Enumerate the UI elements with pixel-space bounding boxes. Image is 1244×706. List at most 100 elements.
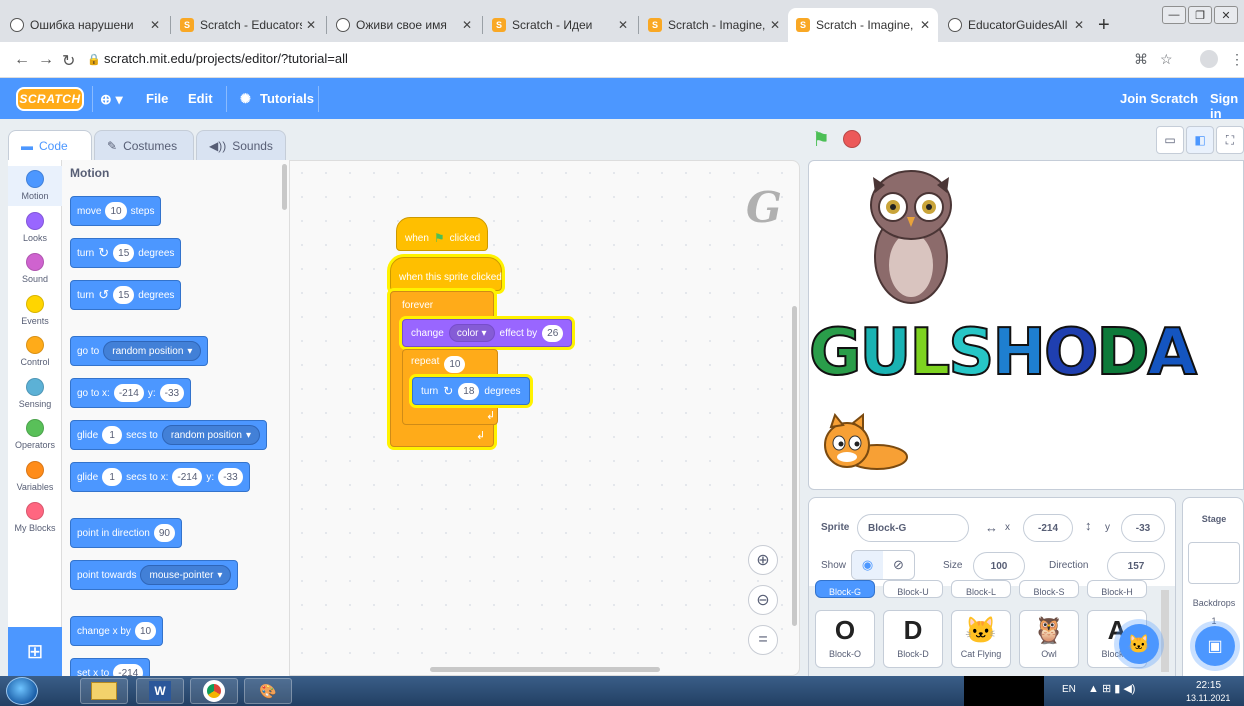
paint-icon[interactable]: 🎨 xyxy=(244,678,292,704)
close-icon[interactable]: ✕ xyxy=(618,18,628,32)
sprite-tile[interactable]: Block-S xyxy=(1019,580,1079,598)
normal-stage-button[interactable]: ◧ xyxy=(1186,126,1214,154)
block-dropdown[interactable]: random position ▾ xyxy=(103,341,202,361)
reload-icon[interactable]: ↻ xyxy=(62,51,75,71)
block-input[interactable]: 10 xyxy=(105,202,127,220)
block-turn-right[interactable]: turn ↻ 15 degrees xyxy=(70,238,182,268)
browser-tab[interactable]: S Scratch - Идеи ✕ xyxy=(484,8,636,42)
browser-tab[interactable]: S Scratch - Imagine, P ✕ xyxy=(640,8,788,42)
block-input[interactable]: 1 xyxy=(102,426,123,444)
category-variables[interactable]: Variables xyxy=(8,457,62,497)
sprite-tile[interactable]: Block-G xyxy=(815,580,875,598)
sprite-tile[interactable]: Block-H xyxy=(1087,580,1147,598)
sprite-tile[interactable]: O Block-O xyxy=(815,610,875,668)
sprite-tile[interactable]: 🦉 Owl xyxy=(1019,610,1079,668)
effect-dropdown[interactable]: color ▾ xyxy=(448,324,495,342)
block-go-to-xy[interactable]: go to x: -214 y: -33 xyxy=(70,378,192,408)
scratch-logo[interactable]: SCRATCH xyxy=(16,87,84,111)
back-icon[interactable]: ← xyxy=(14,51,30,69)
block-go-to[interactable]: go to random position ▾ xyxy=(70,336,209,366)
zoom-reset-button[interactable]: = xyxy=(748,625,778,655)
start-button[interactable] xyxy=(6,677,38,705)
word-icon[interactable]: W xyxy=(136,678,184,704)
block-move-steps[interactable]: move 10 steps xyxy=(70,196,162,226)
file-explorer-icon[interactable] xyxy=(80,678,128,704)
block-change-x[interactable]: change x by 10 xyxy=(70,616,164,646)
minimize-icon[interactable]: — xyxy=(1162,6,1186,24)
sprite-tile[interactable]: 🐱 Cat Flying xyxy=(951,610,1011,668)
choose-backdrop-button[interactable]: ▣ xyxy=(1195,626,1235,666)
category-sound[interactable]: Sound xyxy=(8,249,62,289)
close-icon[interactable]: ✕ xyxy=(770,18,780,32)
stage-letter[interactable]: U xyxy=(859,315,913,391)
stage-letter[interactable]: G xyxy=(809,315,863,391)
block-input[interactable]: 1 xyxy=(102,468,123,486)
profile-avatar[interactable] xyxy=(1200,50,1218,68)
block-glide[interactable]: glide 1 secs to random position ▾ xyxy=(70,420,268,450)
block-input[interactable]: 10 xyxy=(134,622,157,640)
close-icon[interactable]: ✕ xyxy=(150,18,160,32)
close-icon[interactable]: ✕ xyxy=(462,18,472,32)
menu-file[interactable]: File xyxy=(146,91,168,106)
block-point-direction[interactable]: point in direction 90 xyxy=(70,518,182,548)
when-flag-clicked-block[interactable]: when ⚑ clicked xyxy=(396,217,488,251)
block-dropdown[interactable]: random position ▾ xyxy=(161,425,261,445)
category-sensing[interactable]: Sensing xyxy=(8,374,62,414)
language-globe-icon[interactable]: ⊕ ▾ xyxy=(100,91,123,108)
script-area[interactable]: G when ⚑ clicked when this sprite clicke… xyxy=(290,160,800,676)
translate-icon[interactable]: ⌘ xyxy=(1134,51,1148,68)
browser-tab[interactable]: Ошибка нарушени ✕ xyxy=(2,8,168,42)
sprite-tile[interactable]: Block-U xyxy=(883,580,943,598)
script-horizontal-scrollbar[interactable] xyxy=(430,667,660,672)
direction-input[interactable]: 157 xyxy=(1107,552,1165,580)
forward-icon[interactable]: → xyxy=(38,51,54,69)
stage-selector-panel[interactable]: Stage Backdrops 1 ▣ xyxy=(1182,497,1244,677)
block-glide-xy[interactable]: glide 1 secs to x: -214 y: -33 xyxy=(70,462,250,492)
add-extension-button[interactable]: ⊞ xyxy=(8,627,62,676)
clock-time[interactable]: 22:15 xyxy=(1196,680,1221,691)
menu-edit[interactable]: Edit xyxy=(188,91,213,106)
browser-tab[interactable]: S Scratch - Educators ✕ xyxy=(172,8,324,42)
stage-canvas[interactable]: GULSHODA xyxy=(808,160,1244,490)
zoom-out-button[interactable]: ⊖ xyxy=(748,585,778,615)
stop-button[interactable] xyxy=(843,130,861,148)
chrome-icon[interactable] xyxy=(190,678,238,704)
category-motion[interactable]: Motion xyxy=(8,166,62,206)
block-input[interactable]: -214 xyxy=(172,468,203,486)
size-input[interactable]: 100 xyxy=(973,552,1025,580)
sign-in-link[interactable]: Sign in xyxy=(1210,91,1244,121)
maximize-icon[interactable]: ❐ xyxy=(1188,6,1212,24)
sprite-list-scrollbar[interactable] xyxy=(1161,590,1169,672)
eye-hidden-icon[interactable]: ⊘ xyxy=(883,551,914,579)
block-input[interactable]: 15 xyxy=(113,244,135,262)
green-flag-button[interactable]: ⚑ xyxy=(812,127,830,152)
block-input[interactable]: 90 xyxy=(153,524,175,542)
close-icon[interactable]: ✕ xyxy=(920,18,930,32)
sprite-tile[interactable]: D Block-D xyxy=(883,610,943,668)
block-point-towards[interactable]: point towards mouse-pointer ▾ xyxy=(70,560,239,590)
category-my-blocks[interactable]: My Blocks xyxy=(8,498,62,538)
category-looks[interactable]: Looks xyxy=(8,208,62,248)
category-control[interactable]: Control xyxy=(8,332,62,372)
block-input[interactable]: -33 xyxy=(159,384,185,402)
sprite-name-input[interactable]: Block-G xyxy=(857,514,969,542)
script-vertical-scrollbar[interactable] xyxy=(792,306,797,626)
palette-scrollbar[interactable] xyxy=(282,164,287,210)
block-turn-left[interactable]: turn ↺ 15 degrees xyxy=(70,280,182,310)
change-effect-block[interactable]: change color ▾ effect by 26 xyxy=(402,319,573,347)
menu-tutorials[interactable]: Tutorials xyxy=(260,91,314,106)
repeat-count-input[interactable]: 10 xyxy=(444,356,466,373)
block-input[interactable]: -214 xyxy=(113,384,144,402)
join-scratch-link[interactable]: Join Scratch xyxy=(1120,91,1198,106)
block-input[interactable]: -214 xyxy=(113,664,144,676)
stage-letter[interactable]: H xyxy=(991,315,1047,391)
sprite-tile[interactable]: Block-L xyxy=(951,580,1011,598)
stage-letter[interactable]: A xyxy=(1146,315,1197,391)
turn-amount-input[interactable]: 18 xyxy=(458,382,480,400)
block-set-x[interactable]: set x to -214 xyxy=(70,658,151,676)
stage-letter[interactable]: S xyxy=(947,315,995,391)
bookmark-star-icon[interactable]: ☆ xyxy=(1160,51,1173,68)
x-position-input[interactable]: -214 xyxy=(1023,514,1073,542)
tray-icons[interactable]: ▲ ⊞ ▮ ◀) xyxy=(1088,682,1135,695)
eye-visible-icon[interactable]: ◉ xyxy=(852,551,883,579)
